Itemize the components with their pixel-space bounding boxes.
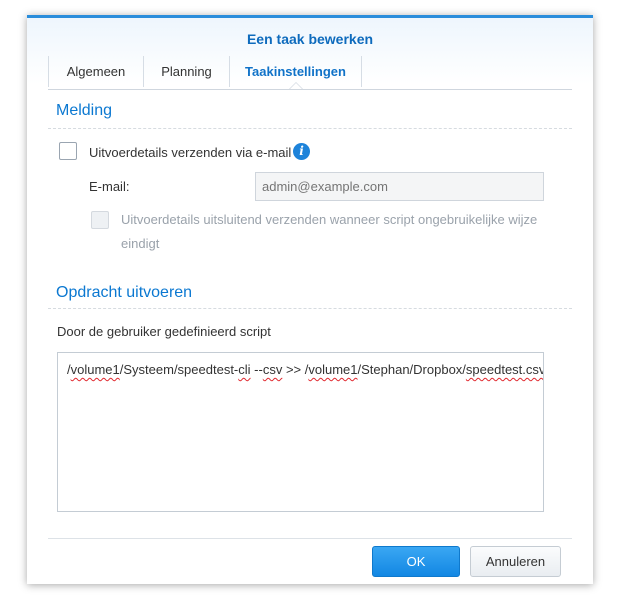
abnormal-only-label-line2: eindigt — [121, 236, 160, 251]
send-details-checkbox[interactable] — [59, 142, 77, 160]
email-input[interactable] — [255, 172, 544, 201]
run-command-section-title: Opdracht uitvoeren — [56, 284, 193, 301]
section-divider — [48, 128, 572, 129]
tab-schedule[interactable]: Planning — [143, 56, 229, 87]
cancel-button[interactable]: Annuleren — [470, 546, 561, 577]
misspelled-word: volume1 — [308, 362, 358, 377]
tab-bar: Algemeen Planning Taakinstellingen — [48, 56, 362, 89]
tab-divider — [48, 89, 572, 90]
abnormal-only-label-line1: Uitvoerdetails uitsluitend verzenden wan… — [121, 212, 538, 227]
abnormal-only-checkbox[interactable] — [91, 211, 109, 229]
send-details-label: Uitvoerdetails verzenden via e-mail — [89, 145, 292, 160]
section-divider — [48, 308, 572, 309]
ok-button[interactable]: OK — [372, 546, 460, 577]
misspelled-word: speedtest.csv — [465, 362, 544, 377]
info-icon[interactable]: i — [293, 143, 310, 160]
footer-divider — [48, 538, 572, 539]
tab-task-settings[interactable]: Taakinstellingen — [229, 56, 362, 89]
script-text: /Stephan/Dropbox/ — [357, 362, 466, 377]
dialog-title: Een taak bewerken — [246, 31, 374, 47]
edit-task-dialog: Een taak bewerken Algemeen Planning Taak… — [27, 15, 593, 584]
dialog-header: Een taak bewerken Algemeen Planning Taak… — [27, 18, 593, 106]
active-tab-pointer — [288, 82, 303, 89]
email-label: E-mail: — [89, 179, 130, 194]
script-text: >> / — [282, 362, 309, 377]
script-label: Door de gebruiker gedefinieerd script — [57, 324, 271, 339]
script-text: -- — [250, 362, 263, 377]
misspelled-word: csv — [262, 362, 283, 377]
script-textarea[interactable]: /volume1/Systeem/speedtest-cli --csv >> … — [57, 352, 544, 512]
tab-general[interactable]: Algemeen — [48, 56, 143, 87]
script-text: /Systeem/speedtest- — [119, 362, 239, 377]
misspelled-word: volume1 — [70, 362, 120, 377]
tab-task-settings-label: Taakinstellingen — [245, 64, 346, 79]
notification-section-title: Melding — [56, 102, 113, 119]
misspelled-word: cli — [238, 362, 251, 377]
